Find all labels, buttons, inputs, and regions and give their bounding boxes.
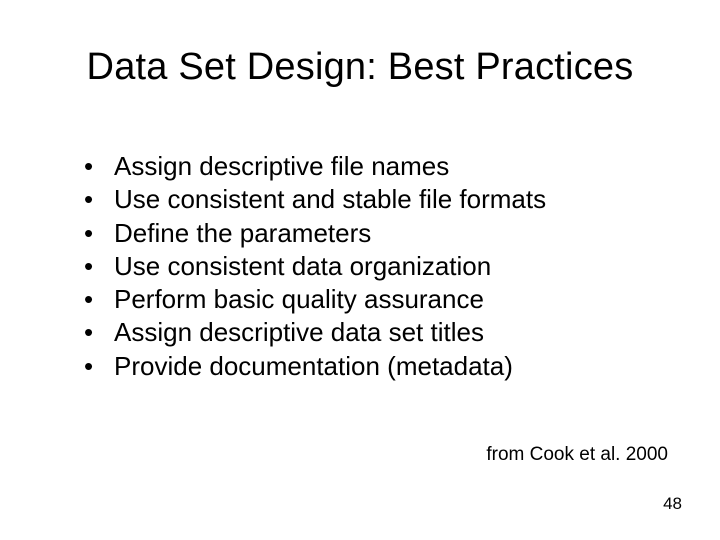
bullet-list: Assign descriptive file names Use consis… — [78, 150, 638, 383]
slide-body: Assign descriptive file names Use consis… — [78, 150, 638, 383]
list-item: Perform basic quality assurance — [78, 283, 638, 316]
page-number: 48 — [663, 494, 682, 514]
list-item: Use consistent data organization — [78, 250, 638, 283]
slide-title: Data Set Design: Best Practices — [0, 46, 720, 89]
list-item: Define the parameters — [78, 217, 638, 250]
list-item: Provide documentation (metadata) — [78, 350, 638, 383]
list-item: Assign descriptive data set titles — [78, 316, 638, 349]
list-item: Assign descriptive file names — [78, 150, 638, 183]
list-item: Use consistent and stable file formats — [78, 183, 638, 216]
slide: Data Set Design: Best Practices Assign d… — [0, 0, 720, 540]
citation-text: from Cook et al. 2000 — [486, 444, 668, 466]
